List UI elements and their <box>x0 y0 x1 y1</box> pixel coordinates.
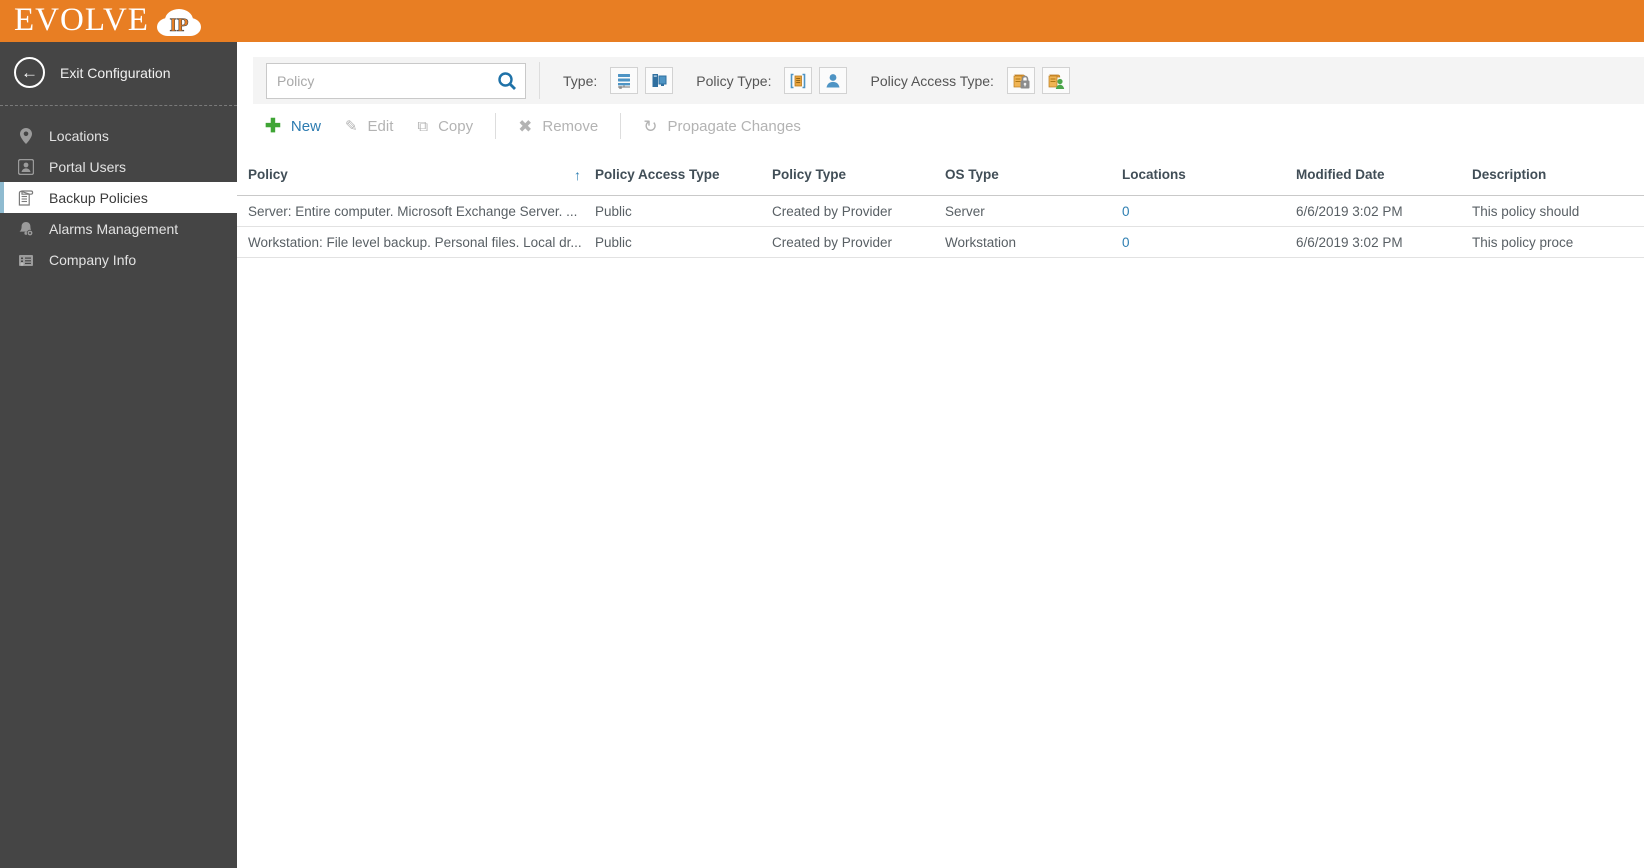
column-header-policy-access-type[interactable]: Policy Access Type <box>595 167 772 182</box>
table-header-row: Policy ↑ Policy Access Type Policy Type … <box>237 154 1644 196</box>
sidebar-item-company-info[interactable]: Company Info <box>0 244 237 275</box>
sidebar-item-label: Alarms Management <box>49 220 179 237</box>
column-header-description[interactable]: Description <box>1472 167 1644 182</box>
sidebar-item-portal-users[interactable]: Portal Users <box>0 151 237 182</box>
cell-policy-type: Created by Provider <box>772 203 893 219</box>
copy-button[interactable]: ⧉ Copy <box>405 118 485 135</box>
exit-configuration-button[interactable]: ← Exit Configuration <box>0 42 237 105</box>
workstation-icon[interactable] <box>645 67 674 94</box>
sidebar-item-label: Portal Users <box>49 158 127 175</box>
building-icon <box>17 251 34 268</box>
alarm-gear-icon <box>17 220 34 237</box>
cell-policy-access-type: Public <box>595 203 632 219</box>
scroll-person-icon[interactable] <box>1041 67 1070 94</box>
copy-icon: ⧉ <box>417 117 429 135</box>
pencil-icon: ✎ <box>344 117 358 135</box>
server-icon[interactable] <box>610 67 639 94</box>
edit-button[interactable]: ✎ Edit <box>333 118 405 135</box>
evolve-ip-logo: EVOLVE IP <box>14 2 205 39</box>
plus-icon: ✚ <box>265 115 281 137</box>
magnifier-icon[interactable] <box>496 69 520 93</box>
svg-text:IP: IP <box>169 15 188 36</box>
cell-policy: Server: Entire computer. Microsoft Excha… <box>248 203 578 219</box>
new-button[interactable]: ✚ New <box>253 117 333 136</box>
table-row[interactable]: Workstation: File level backup. Personal… <box>237 227 1644 258</box>
scroll-lock-icon[interactable] <box>1006 67 1035 94</box>
x-icon: ✖ <box>518 116 533 136</box>
toolbar-separator <box>495 113 497 139</box>
cell-description: This policy proce <box>1472 234 1574 250</box>
main-content: Type: Policy Type: Policy Access Type: <box>237 42 1644 868</box>
action-toolbar: ✚ New ✎ Edit ⧉ Copy ✖ Remove ↻ Propagate… <box>253 104 813 148</box>
exit-configuration-label: Exit Configuration <box>60 64 171 81</box>
cell-policy-type: Created by Provider <box>772 234 893 250</box>
search-input[interactable] <box>266 62 526 99</box>
user-icon[interactable] <box>819 67 848 94</box>
back-arrow-icon: ← <box>14 57 45 88</box>
propagate-changes-button[interactable]: ↻ Propagate Changes <box>631 118 813 135</box>
cell-description: This policy should <box>1472 203 1580 219</box>
sidebar-item-label: Locations <box>49 127 109 144</box>
location-pin-icon <box>17 127 34 144</box>
scroll-icon <box>17 189 34 206</box>
column-header-modified-date[interactable]: Modified Date <box>1296 167 1472 182</box>
filter-separator <box>539 62 540 99</box>
sidebar-item-alarms-management[interactable]: Alarms Management <box>0 213 237 244</box>
column-header-os-type[interactable]: OS Type <box>945 167 1122 182</box>
sidebar-item-backup-policies[interactable]: Backup Policies <box>0 182 237 213</box>
column-header-policy[interactable]: Policy ↑ <box>248 167 595 183</box>
sidebar-item-label: Backup Policies <box>49 189 148 206</box>
sort-ascending-icon: ↑ <box>574 166 581 183</box>
policy-type-filter-label: Policy Type: <box>696 72 772 89</box>
provider-scroll-icon[interactable] <box>784 67 813 94</box>
locations-count-link[interactable]: 0 <box>1122 235 1130 250</box>
cell-policy-access-type: Public <box>595 234 632 250</box>
policies-table: Policy ↑ Policy Access Type Policy Type … <box>237 154 1644 258</box>
toolbar-separator <box>620 113 622 139</box>
policy-search <box>266 62 526 99</box>
column-header-locations[interactable]: Locations <box>1122 167 1296 182</box>
cell-policy: Workstation: File level backup. Personal… <box>248 234 582 250</box>
policy-access-type-filter-label: Policy Access Type: <box>870 72 994 89</box>
sidebar-item-locations[interactable]: Locations <box>0 120 237 151</box>
cell-os-type: Workstation <box>945 234 1017 250</box>
filter-toolbar: Type: Policy Type: Policy Access Type: <box>253 57 1644 104</box>
top-bar: EVOLVE IP <box>0 0 1644 42</box>
remove-button[interactable]: ✖ Remove <box>506 118 610 135</box>
table-row[interactable]: Server: Entire computer. Microsoft Excha… <box>237 196 1644 227</box>
sidebar-divider <box>0 105 237 106</box>
cell-modified-date: 6/6/2019 3:02 PM <box>1296 203 1403 219</box>
cell-modified-date: 6/6/2019 3:02 PM <box>1296 234 1403 250</box>
logo-text: EVOLVE <box>14 2 149 38</box>
type-filter-label: Type: <box>563 72 598 89</box>
locations-count-link[interactable]: 0 <box>1122 204 1130 219</box>
refresh-icon: ↻ <box>643 116 658 136</box>
sidebar-item-label: Company Info <box>49 251 137 268</box>
sidebar: ← Exit Configuration Locations Portal Us… <box>0 42 237 868</box>
column-header-policy-type[interactable]: Policy Type <box>772 167 945 182</box>
portal-user-icon <box>17 158 34 175</box>
cloud-ip-icon: IP <box>153 6 205 40</box>
cell-os-type: Server <box>945 203 985 219</box>
